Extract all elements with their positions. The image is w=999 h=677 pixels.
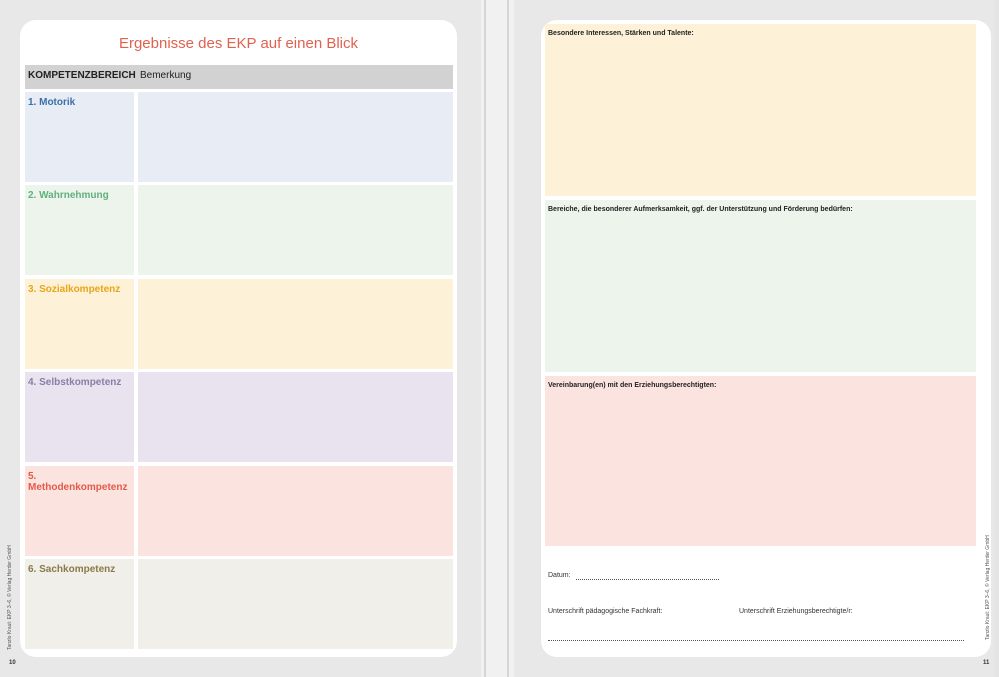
competence-cell: 4. Selbstkompetenz <box>25 372 134 462</box>
copyright-note: Tanzlo Kraut: EKP 3–6, © Verlag Herder G… <box>7 545 13 650</box>
remark-field[interactable] <box>138 559 453 649</box>
table-row: 5. Methodenkompetenz <box>25 466 453 556</box>
page-number: 11 <box>983 660 990 666</box>
competence-cell: 1. Motorik <box>25 92 134 182</box>
competence-label: 5. Methodenkompetenz <box>28 471 128 493</box>
remark-field[interactable] <box>138 185 453 275</box>
table-row: 4. Selbstkompetenz <box>25 372 453 462</box>
signature-line[interactable] <box>548 640 964 641</box>
column-header-kompetenzbereich: KOMPETENZBEREICH <box>28 70 136 81</box>
left-page: Ergebnisse des EKP auf einen Blick KOMPE… <box>0 0 481 677</box>
competence-label: 3. Sozialkompetenz <box>28 284 121 295</box>
remark-field[interactable] <box>138 466 453 556</box>
gutter-line <box>484 0 486 677</box>
strengths-section[interactable]: Besondere Interessen, Stärken und Talent… <box>545 24 976 196</box>
competence-cell: 5. Methodenkompetenz <box>25 466 134 556</box>
remark-field[interactable] <box>138 279 453 369</box>
table-row: 3. Sozialkompetenz <box>25 279 453 369</box>
notes-card: Besondere Interessen, Stärken und Talent… <box>541 20 991 657</box>
competence-label: 6. Sachkompetenz <box>28 564 116 575</box>
competence-cell: 3. Sozialkompetenz <box>25 279 134 369</box>
gutter-line <box>507 0 509 677</box>
column-header-bemerkung: Bemerkung <box>140 70 192 81</box>
section-label: Vereinbarung(en) mit den Erziehungsberec… <box>548 382 717 389</box>
signature-staff-label: Unterschrift pädagogische Fachkraft: <box>548 608 663 615</box>
copyright-note: Tanzlo Kraut: EKP 3–6, © Verlag Herder G… <box>985 535 991 640</box>
support-needs-section[interactable]: Bereiche, die besonderer Aufmerksamkeit,… <box>545 200 976 372</box>
right-page: Besondere Interessen, Stärken und Talent… <box>514 0 995 677</box>
table-header: KOMPETENZBEREICH Bemerkung <box>25 65 453 89</box>
competence-label: 2. Wahrnehmung <box>28 190 109 201</box>
remark-field[interactable] <box>138 92 453 182</box>
section-label: Bereiche, die besonderer Aufmerksamkeit,… <box>548 206 853 213</box>
date-line[interactable] <box>576 579 719 580</box>
table-row: 2. Wahrnehmung <box>25 185 453 275</box>
competence-label: 4. Selbstkompetenz <box>28 377 122 388</box>
competence-cell: 2. Wahrnehmung <box>25 185 134 275</box>
table-row: 6. Sachkompetenz <box>25 559 453 649</box>
book-gutter <box>481 0 514 677</box>
signature-guardian-label: Unterschrift Erziehungsberechtigte/r: <box>739 608 853 615</box>
results-card: Ergebnisse des EKP auf einen Blick KOMPE… <box>20 20 457 657</box>
competence-label: 1. Motorik <box>28 97 76 108</box>
remark-field[interactable] <box>138 372 453 462</box>
page-title: Ergebnisse des EKP auf einen Blick <box>118 35 359 52</box>
competence-cell: 6. Sachkompetenz <box>25 559 134 649</box>
table-row: 1. Motorik <box>25 92 453 182</box>
page-number: 10 <box>9 660 16 666</box>
date-label: Datum: <box>548 572 571 579</box>
section-label: Besondere Interessen, Stärken und Talent… <box>548 30 694 37</box>
agreements-section[interactable]: Vereinbarung(en) mit den Erziehungsberec… <box>545 376 976 546</box>
